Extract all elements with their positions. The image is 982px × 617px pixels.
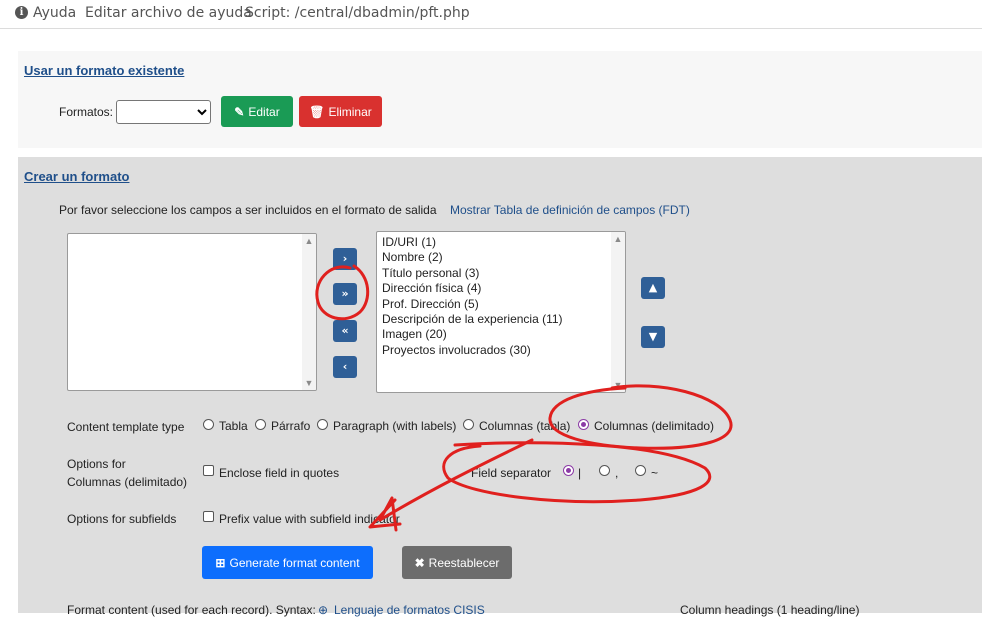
available-fields: ID/URI (1) Nombre (2) Título personal (3… — [382, 235, 563, 358]
separator-comma-label: , — [615, 466, 619, 480]
formats-label: Formatos: — [59, 105, 114, 119]
template-parrafo-label: Párrafo — [271, 419, 311, 433]
template-paragraph-labels-radio[interactable] — [317, 419, 328, 430]
create-format-panel: Crear un formato Por favor seleccione lo… — [18, 157, 982, 617]
edit-button[interactable]: ✎ Editar — [221, 96, 293, 127]
separator-pipe-radio[interactable] — [563, 465, 574, 476]
separator-tilde-label: ~ — [651, 466, 659, 480]
scroll-up-icon[interactable]: ▲ — [304, 236, 314, 246]
triangle-down-icon: ▼ — [648, 330, 658, 343]
enclose-quotes-label: Enclose field in quotes — [219, 466, 340, 480]
template-columnas-tabla-label: Columnas (tabla) — [479, 419, 571, 433]
template-tabla-radio[interactable] — [203, 419, 214, 430]
triangle-up-icon: ▲ — [648, 281, 658, 294]
generate-format-label: Generate format content — [229, 555, 360, 570]
chevron-left-icon: ‹ — [342, 360, 348, 373]
separator-pipe-label: | — [578, 466, 582, 480]
available-fields-list[interactable]: ID/URI (1) Nombre (2) Título personal (3… — [376, 231, 626, 393]
instructions-text: Por favor seleccione los campos a ser in… — [59, 203, 437, 217]
script-path: Script: /central/dbadmin/pft.php — [245, 5, 470, 21]
template-paragraph-labels-label: Paragraph (with labels) — [333, 419, 457, 433]
reset-button[interactable]: ✖ Reestablecer — [402, 546, 512, 579]
chevron-right-icon: › — [342, 252, 348, 265]
edit-button-label: Editar — [248, 104, 280, 119]
enclose-quotes-checkbox[interactable] — [203, 465, 214, 476]
plus-square-icon: ⊞ — [215, 555, 226, 570]
template-columnas-delimitado-label: Columnas (delimitado) — [594, 419, 715, 433]
field-item[interactable]: Prof. Dirección (5) — [382, 297, 563, 312]
available-list-scrollbar[interactable]: ▲ ▼ — [611, 232, 625, 392]
move-all-right-button[interactable]: » — [333, 283, 357, 305]
globe-icon: ⊕ — [318, 603, 329, 617]
format-content-label: Format content (used for each record). S… — [67, 603, 316, 617]
existing-format-panel: Usar un formato existente Formatos: ✎ Ed… — [18, 51, 982, 148]
formats-select[interactable] — [116, 100, 211, 124]
field-item[interactable]: Nombre (2) — [382, 250, 563, 265]
move-right-button[interactable]: › — [333, 248, 357, 270]
reset-button-label: Reestablecer — [428, 555, 500, 570]
close-icon: ✖ — [414, 555, 425, 570]
template-parrafo-radio[interactable] — [255, 419, 266, 430]
edit-icon: ✎ — [234, 104, 245, 119]
scroll-up-icon[interactable]: ▲ — [613, 234, 623, 244]
cisis-language-link[interactable]: Lenguaje de formatos CISIS — [334, 603, 485, 617]
help-link[interactable]: Ayuda — [33, 5, 76, 21]
subfields-options-label: Options for subfields — [67, 512, 177, 526]
generate-format-button[interactable]: ⊞ Generate format content — [202, 546, 373, 579]
field-item[interactable]: Dirección física (4) — [382, 281, 563, 296]
trash-icon: 🗑 — [309, 104, 325, 119]
selected-list-scrollbar[interactable]: ▲ ▼ — [302, 234, 316, 390]
create-format-title[interactable]: Crear un formato — [24, 169, 129, 184]
move-all-left-button[interactable]: « — [333, 320, 357, 342]
info-icon: i — [15, 6, 28, 19]
existing-format-title[interactable]: Usar un formato existente — [24, 63, 184, 78]
double-chevron-right-icon: » — [341, 287, 349, 300]
double-chevron-left-icon: « — [341, 324, 349, 337]
scroll-down-icon[interactable]: ▼ — [613, 380, 623, 390]
show-fdt-link[interactable]: Mostrar Tabla de definición de campos (F… — [450, 203, 690, 217]
move-up-button[interactable]: ▲ — [641, 277, 665, 299]
edit-help-link[interactable]: Editar archivo de ayuda — [85, 5, 252, 21]
selected-fields-list[interactable]: ▲ ▼ — [67, 233, 317, 391]
field-item[interactable]: Descripción de la experiencia (11) — [382, 312, 563, 327]
move-left-button[interactable]: ‹ — [333, 356, 357, 378]
field-item[interactable]: Imagen (20) — [382, 327, 563, 342]
separator-comma-radio[interactable] — [599, 465, 610, 476]
separator-tilde-radio[interactable] — [635, 465, 646, 476]
field-item[interactable]: Proyectos involucrados (30) — [382, 343, 563, 358]
template-columnas-delimitado-radio[interactable] — [578, 419, 589, 430]
template-type-label: Content template type — [67, 420, 185, 434]
delete-button-label: Eliminar — [328, 104, 372, 119]
prefix-subfield-checkbox[interactable] — [203, 511, 214, 522]
field-separator-label: Field separator — [471, 466, 552, 480]
column-headings-label: Column headings (1 heading/line) — [680, 603, 860, 617]
scroll-down-icon[interactable]: ▼ — [304, 378, 314, 388]
field-item[interactable]: ID/URI (1) — [382, 235, 563, 250]
template-tabla-label: Tabla — [219, 419, 248, 433]
move-down-button[interactable]: ▼ — [641, 326, 665, 348]
field-item[interactable]: Título personal (3) — [382, 266, 563, 281]
top-bar: i Ayuda Editar archivo de ayuda Script: … — [0, 0, 982, 29]
prefix-subfield-label: Prefix value with subfield indicator — [219, 512, 400, 526]
options-delimitado-label-line2: Columnas (delimitado) — [67, 475, 188, 489]
options-delimitado-label-line1: Options for — [67, 457, 126, 471]
template-columnas-tabla-radio[interactable] — [463, 419, 474, 430]
delete-button[interactable]: 🗑 Eliminar — [299, 96, 382, 127]
